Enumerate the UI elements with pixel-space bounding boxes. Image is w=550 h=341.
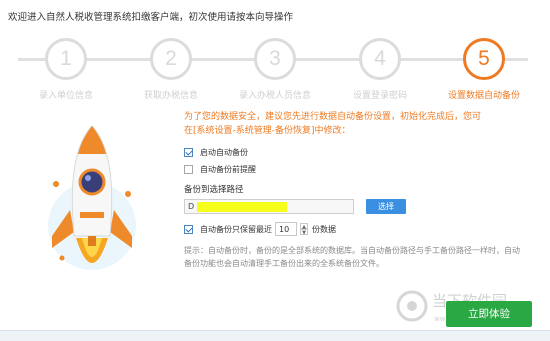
step-number: 5 [463,38,505,80]
step-number: 2 [150,38,192,80]
step-label: 获取办税信息 [143,91,198,101]
keep-recent-suffix: 份数据 [312,224,336,234]
keep-count-input[interactable]: 10 [275,222,297,236]
backup-settings-panel: 为了您的数据安全，建议您先进行数据自动备份设置，初始化完成后，您可在[系统设置-… [184,110,534,270]
auto-backup-checkbox[interactable] [184,148,193,157]
browse-button[interactable]: 选择 [366,199,406,214]
step-label: 录入单位信息 [38,91,93,101]
step-number: 1 [45,38,87,80]
step-4: 4 设置登录密码 [330,38,430,101]
backup-path-row: D 选择 [184,199,534,214]
keep-recent-checkbox[interactable] [184,224,193,234]
backup-reminder-option[interactable]: 自动备份前提醒 [184,164,534,175]
step-label: 录入办税人员信息 [238,91,311,101]
wizard-title: 欢迎进入自然人税收管理系统扣缴客户端，初次使用请按本向导操作 [8,12,294,23]
path-highlight [197,202,287,212]
intro-text: 为了您的数据安全，建议您先进行数据自动备份设置，初始化完成后，您可在[系统设置-… [184,112,482,136]
step-number: 3 [254,38,296,80]
step-label: 设置数据自动备份 [447,91,520,101]
keep-count-stepper[interactable]: ▲ ▼ [300,223,308,236]
backup-path-value: D [188,202,195,211]
backup-reminder-checkbox[interactable] [184,165,193,174]
stepper-down-icon[interactable]: ▼ [300,229,308,236]
hint-text: 提示：自动备份时，备份的是全部系统的数据库。当自动备份路径与手工备份路径一样时，… [184,246,520,268]
step-5: 5 设置数据自动备份 [434,38,534,101]
backup-path-label: 备份到选择路径 [184,185,244,195]
start-button[interactable]: 立即体验 [446,301,532,327]
auto-backup-label: 启动自动备份 [200,148,248,157]
auto-backup-option[interactable]: 启动自动备份 [184,147,534,158]
step-number: 4 [359,38,401,80]
step-1: 1 录入单位信息 [16,38,116,101]
wizard-steps: 1 录入单位信息 2 获取办税信息 3 录入办税人员信息 4 设置登录密码 5 … [0,34,550,104]
keep-recent-option: 自动备份只保留最近 10 ▲ ▼ 份数据 [184,222,534,236]
footer-bar [0,330,550,341]
rocket-illustration [48,125,136,270]
top-bar: 欢迎进入自然人税收管理系统扣缴客户端，初次使用请按本向导操作 [0,0,550,28]
backup-path-input[interactable]: D [184,199,354,214]
keep-recent-prefix: 自动备份只保留最近 [200,224,272,234]
step-2: 2 获取办税信息 [121,38,221,101]
step-3: 3 录入办税人员信息 [225,38,325,101]
backup-reminder-label: 自动备份前提醒 [200,165,256,174]
step-label: 设置登录密码 [352,91,407,101]
